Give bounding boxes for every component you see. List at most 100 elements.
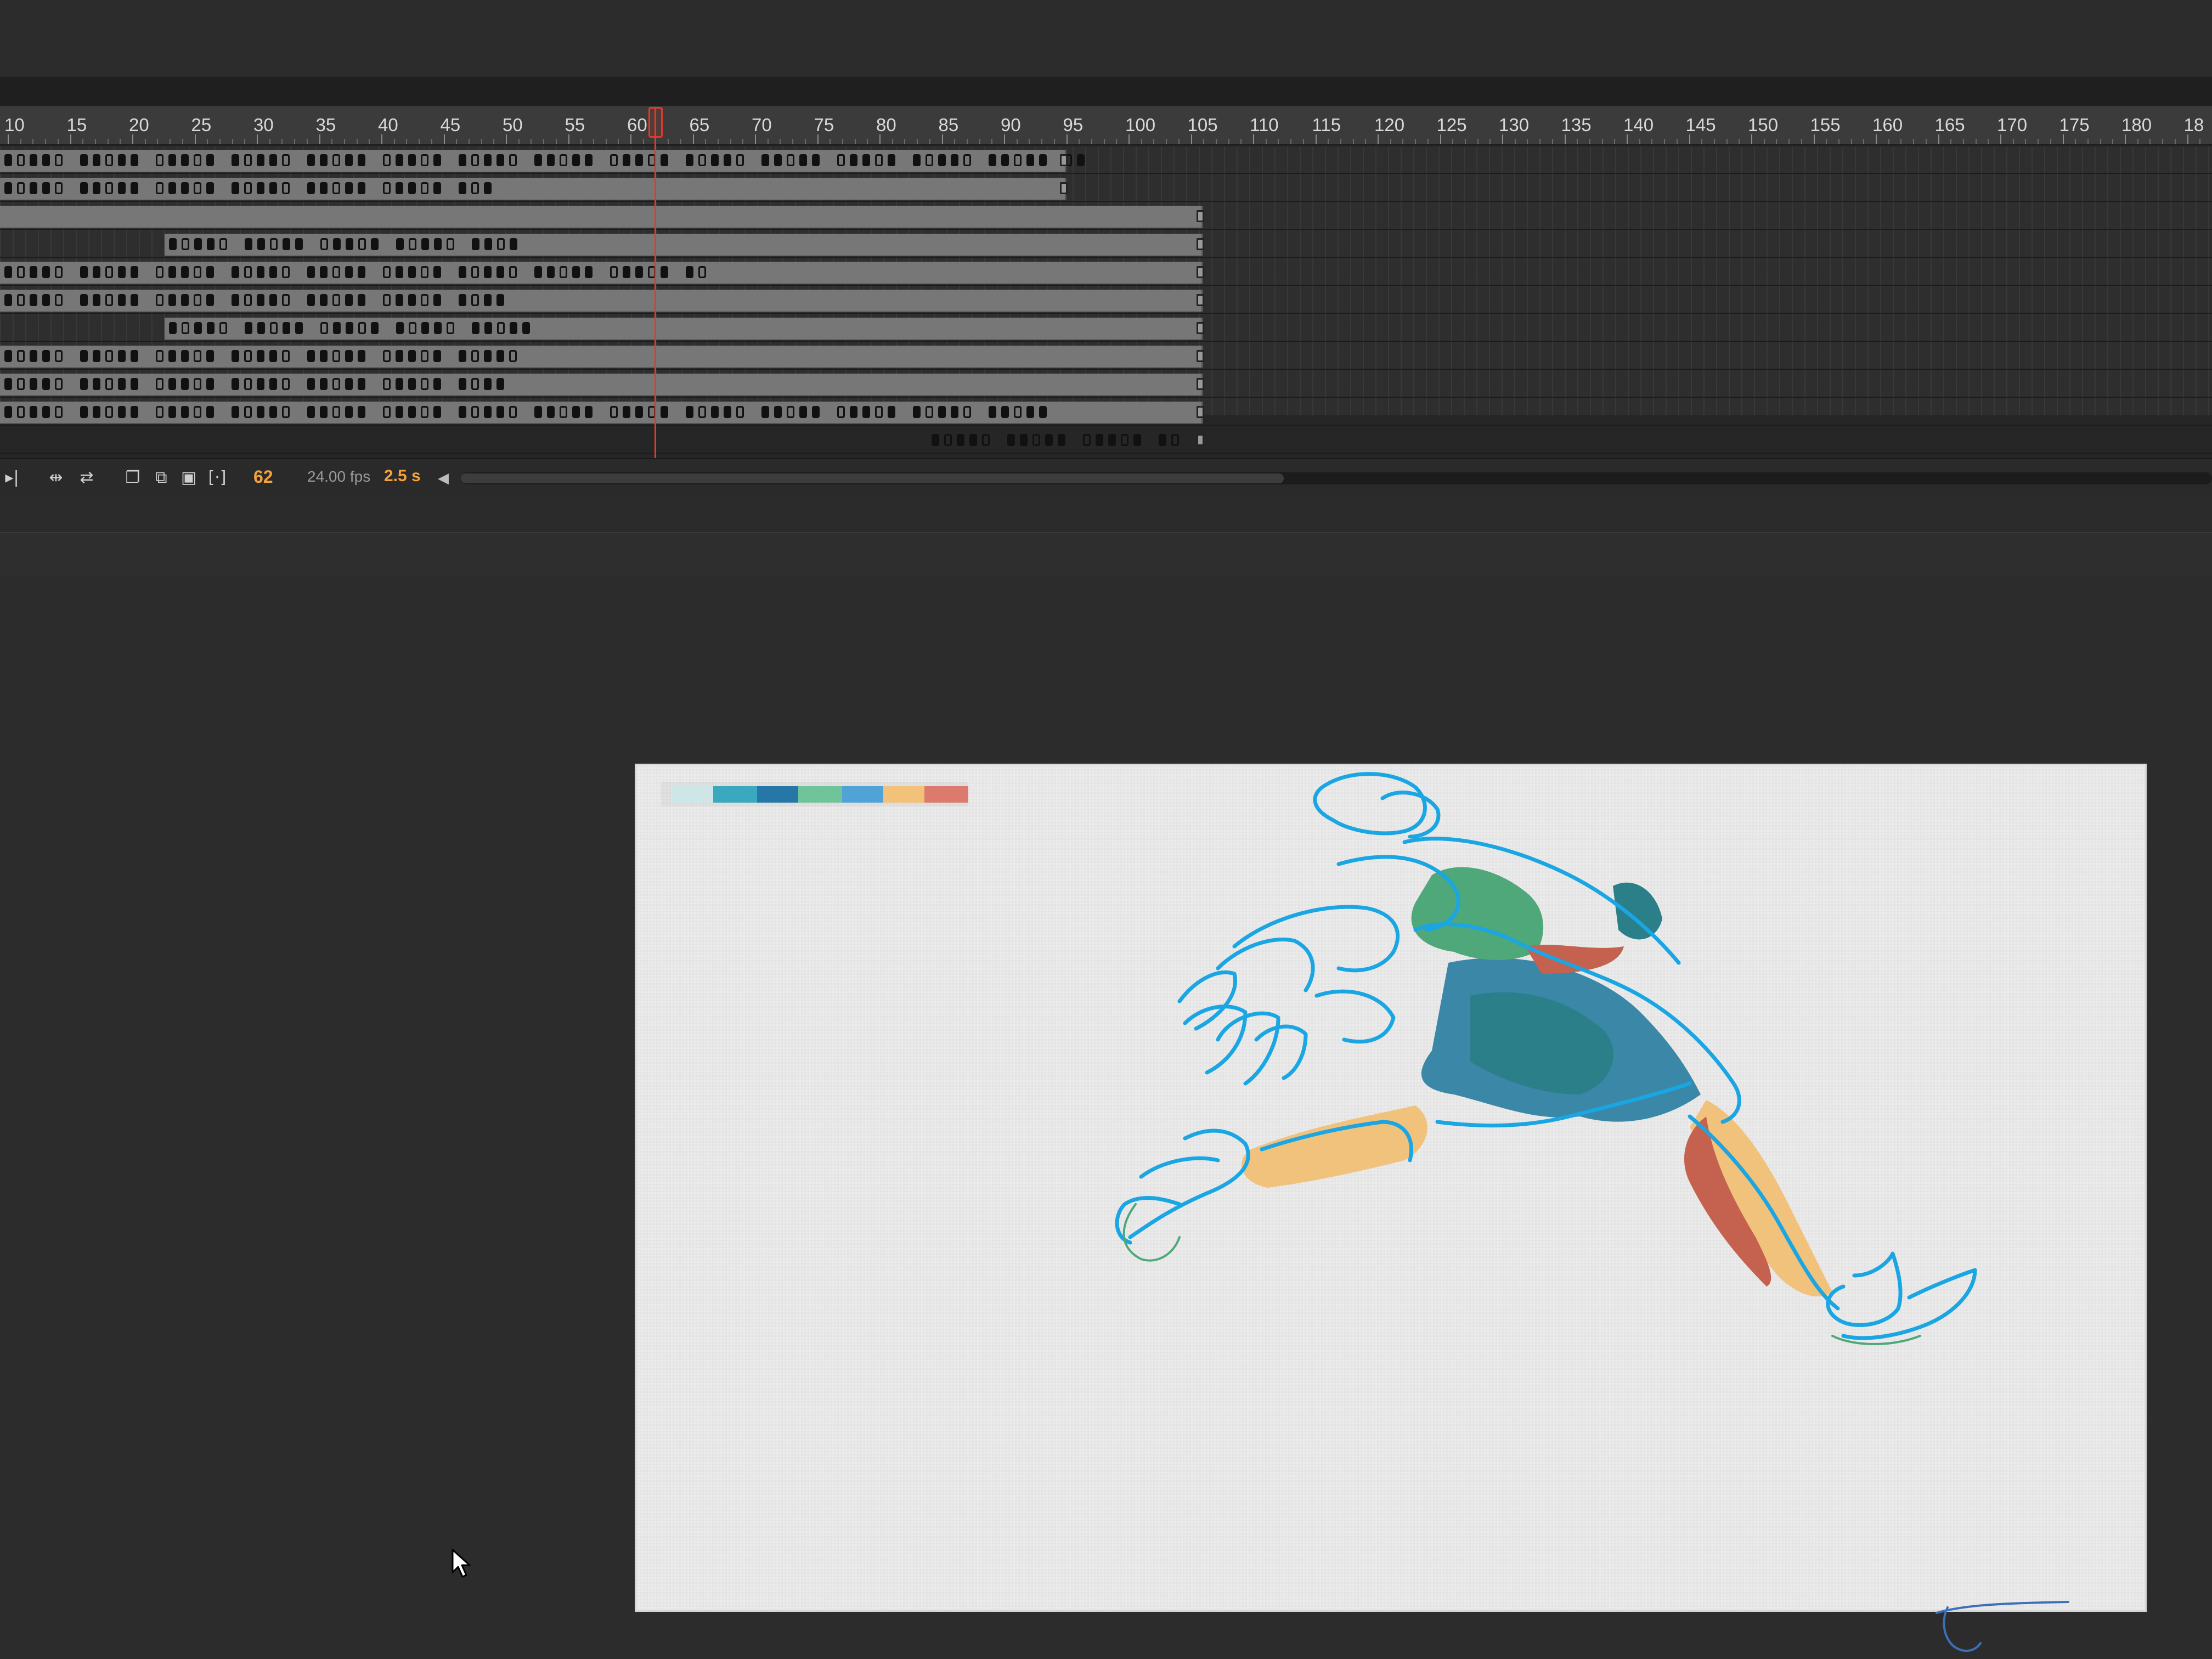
timeline-layer-row[interactable] <box>0 426 2212 454</box>
keyframe[interactable] <box>1026 154 1034 166</box>
keyframe[interactable] <box>509 266 517 278</box>
keyframe[interactable] <box>30 294 37 306</box>
keyframe[interactable] <box>207 322 215 334</box>
keyframe[interactable] <box>471 350 479 362</box>
keyframe[interactable] <box>269 406 277 418</box>
keyframe[interactable] <box>736 406 744 418</box>
keyframe[interactable] <box>118 406 126 418</box>
keyframe[interactable] <box>307 294 315 306</box>
keyframe[interactable] <box>944 434 952 446</box>
keyframe[interactable] <box>472 238 479 250</box>
keyframe[interactable] <box>799 154 807 166</box>
frame-span[interactable] <box>0 206 1204 228</box>
keyframe[interactable] <box>421 154 428 166</box>
keyframe[interactable] <box>358 322 366 334</box>
keyframe[interactable] <box>156 406 163 418</box>
keyframe[interactable] <box>1159 434 1166 446</box>
keyframe[interactable] <box>850 406 857 418</box>
keyframe[interactable] <box>396 266 403 278</box>
keyframe[interactable] <box>194 182 201 194</box>
keyframe[interactable] <box>1108 434 1116 446</box>
keyframe[interactable] <box>55 154 63 166</box>
keyframe[interactable] <box>257 406 264 418</box>
keyframe[interactable] <box>93 154 100 166</box>
keyframe[interactable] <box>346 238 353 250</box>
keyframe[interactable] <box>181 406 189 418</box>
keyframe[interactable] <box>1077 154 1085 166</box>
keyframe[interactable] <box>408 294 416 306</box>
keyframe[interactable] <box>913 154 921 166</box>
keyframe[interactable] <box>131 154 138 166</box>
keyframe[interactable] <box>812 406 820 418</box>
keyframe[interactable] <box>459 294 466 306</box>
keyframe[interactable] <box>774 154 782 166</box>
keyframe[interactable] <box>433 294 441 306</box>
keyframe[interactable] <box>131 266 138 278</box>
keyframe[interactable] <box>257 350 264 362</box>
end-frame-marker[interactable] <box>1197 266 1205 278</box>
keyframe[interactable] <box>156 350 163 362</box>
keyframe[interactable] <box>194 294 201 306</box>
timeline-layer-row[interactable] <box>0 202 2212 230</box>
keyframe[interactable] <box>257 238 265 250</box>
keyframe[interactable] <box>332 406 340 418</box>
keyframe[interactable] <box>206 294 214 306</box>
keyframe[interactable] <box>320 294 328 306</box>
keyframe[interactable] <box>421 182 428 194</box>
modify-markers-icon[interactable]: [·] <box>205 466 229 490</box>
keyframe[interactable] <box>510 238 517 250</box>
keyframe[interactable] <box>862 154 870 166</box>
keyframe[interactable] <box>156 154 163 166</box>
keyframe[interactable] <box>926 154 933 166</box>
keyframe[interactable] <box>433 154 441 166</box>
center-frame-icon[interactable]: ⇹ <box>44 466 68 490</box>
keyframe[interactable] <box>963 154 971 166</box>
keyframe[interactable] <box>30 182 37 194</box>
keyframe[interactable] <box>4 266 12 278</box>
keyframe[interactable] <box>913 406 921 418</box>
keyframe[interactable] <box>585 406 592 418</box>
keyframe[interactable] <box>434 322 442 334</box>
timeline-layer-row[interactable] <box>0 230 2212 258</box>
keyframe[interactable] <box>80 154 88 166</box>
keyframe[interactable] <box>4 154 12 166</box>
keyframe[interactable] <box>30 350 37 362</box>
keyframe[interactable] <box>433 378 441 390</box>
keyframe[interactable] <box>80 294 88 306</box>
keyframe[interactable] <box>282 154 290 166</box>
keyframe[interactable] <box>17 378 25 390</box>
keyframe[interactable] <box>295 238 303 250</box>
keyframe[interactable] <box>332 350 340 362</box>
keyframe[interactable] <box>812 154 820 166</box>
keyframe[interactable] <box>1020 434 1028 446</box>
keyframe[interactable] <box>1096 434 1103 446</box>
keyframe[interactable] <box>42 350 50 362</box>
keyframe[interactable] <box>396 294 403 306</box>
keyframe[interactable] <box>156 182 163 194</box>
keyframe[interactable] <box>42 294 50 306</box>
keyframe[interactable] <box>307 350 315 362</box>
keyframe[interactable] <box>320 266 328 278</box>
keyframe[interactable] <box>332 154 340 166</box>
keyframe[interactable] <box>522 322 530 334</box>
keyframe[interactable] <box>131 406 138 418</box>
keyframe[interactable] <box>585 266 592 278</box>
keyframe[interactable] <box>623 266 630 278</box>
keyframe[interactable] <box>396 182 403 194</box>
keyframe[interactable] <box>270 322 278 334</box>
keyframe[interactable] <box>345 266 353 278</box>
keyframe[interactable] <box>244 350 252 362</box>
timeline-layer-row[interactable] <box>0 146 2212 174</box>
keyframe[interactable] <box>421 406 428 418</box>
keyframe[interactable] <box>232 378 239 390</box>
keyframe[interactable] <box>383 294 391 306</box>
keyframe[interactable] <box>1026 406 1034 418</box>
keyframe[interactable] <box>371 238 379 250</box>
scroll-left-arrow-icon[interactable]: ◀ <box>438 466 454 490</box>
keyframe[interactable] <box>433 266 441 278</box>
keyframe[interactable] <box>1032 434 1040 446</box>
keyframe[interactable] <box>245 238 252 250</box>
keyframe[interactable] <box>194 406 201 418</box>
keyframe[interactable] <box>168 406 176 418</box>
keyframe[interactable] <box>471 406 479 418</box>
